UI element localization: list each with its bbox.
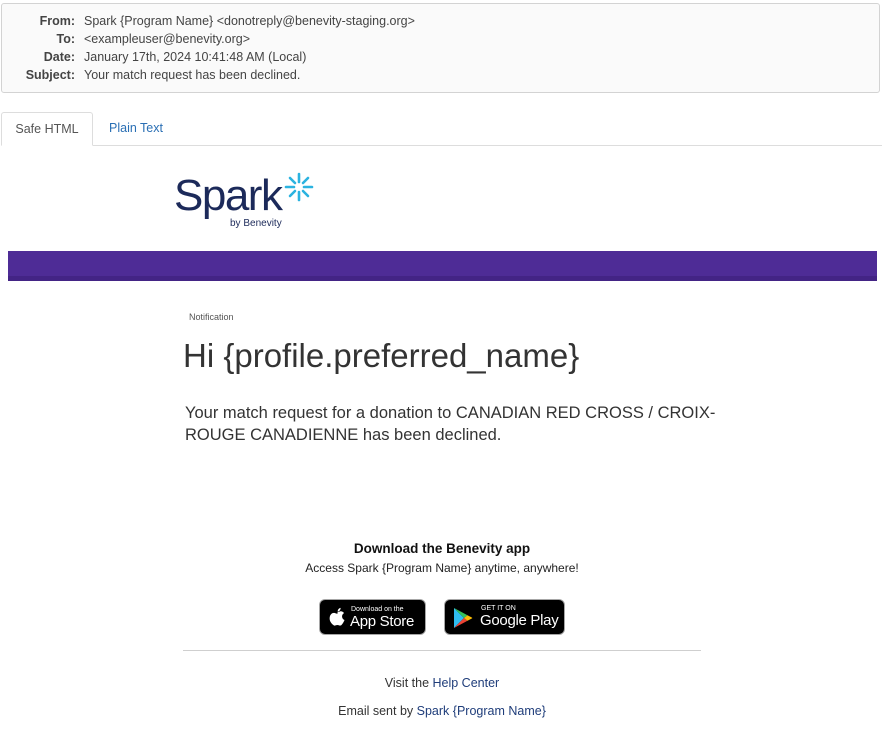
- tab-plain-text[interactable]: Plain Text: [96, 112, 176, 146]
- email-sent-by-line: Email sent by Spark {Program Name}: [0, 704, 882, 718]
- app-store-button[interactable]: Download on the App Store: [319, 599, 426, 635]
- notification-label: Notification: [189, 312, 234, 322]
- greeting-heading: Hi {profile.preferred_name}: [183, 337, 580, 374]
- help-center-line: Visit the Help Center: [0, 676, 882, 690]
- subject-value: Your match request has been declined.: [84, 68, 301, 82]
- visit-prefix: Visit the: [384, 676, 433, 690]
- subject-label: Subject:: [25, 68, 75, 82]
- email-header: From: Spark {Program Name} <donotreply@b…: [1, 3, 880, 93]
- download-app-subtitle: Access Spark {Program Name} anytime, any…: [305, 561, 579, 575]
- google-play-button[interactable]: GET IT ON Google Play: [444, 599, 565, 635]
- to-value: <exampleuser@benevity.org>: [84, 32, 251, 46]
- apple-icon: [329, 607, 345, 626]
- spark-star-icon: [284, 172, 314, 202]
- app-store-big-text: App Store: [350, 613, 415, 630]
- spark-logo: Spark by Benevity: [174, 170, 324, 234]
- from-label: From:: [39, 14, 75, 28]
- google-play-icon: [454, 608, 473, 628]
- from-value: Spark {Program Name} <donotreply@benevit…: [84, 14, 415, 28]
- date-value: January 17th, 2024 10:41:48 AM (Local): [84, 50, 307, 64]
- footer-divider: [183, 650, 701, 651]
- view-tabs: Safe HTML Plain Text: [0, 112, 882, 146]
- sender-link[interactable]: Spark {Program Name}: [417, 704, 546, 718]
- to-label: To:: [56, 32, 75, 46]
- purple-banner: [8, 251, 877, 281]
- banner-shade: [8, 276, 877, 281]
- google-play-big-text: Google Play: [480, 612, 559, 629]
- tab-divider: [93, 145, 882, 146]
- date-label: Date:: [43, 50, 75, 64]
- help-center-link[interactable]: Help Center: [433, 676, 500, 690]
- download-app-title: Download the Benevity app: [353, 541, 531, 556]
- tab-safe-html[interactable]: Safe HTML: [1, 112, 93, 146]
- message-body: Your match request for a donation to CAN…: [185, 404, 716, 444]
- logo-subtitle: by Benevity: [230, 218, 282, 229]
- logo-wordmark: Spark: [174, 171, 283, 220]
- sent-prefix: Email sent by: [338, 704, 417, 718]
